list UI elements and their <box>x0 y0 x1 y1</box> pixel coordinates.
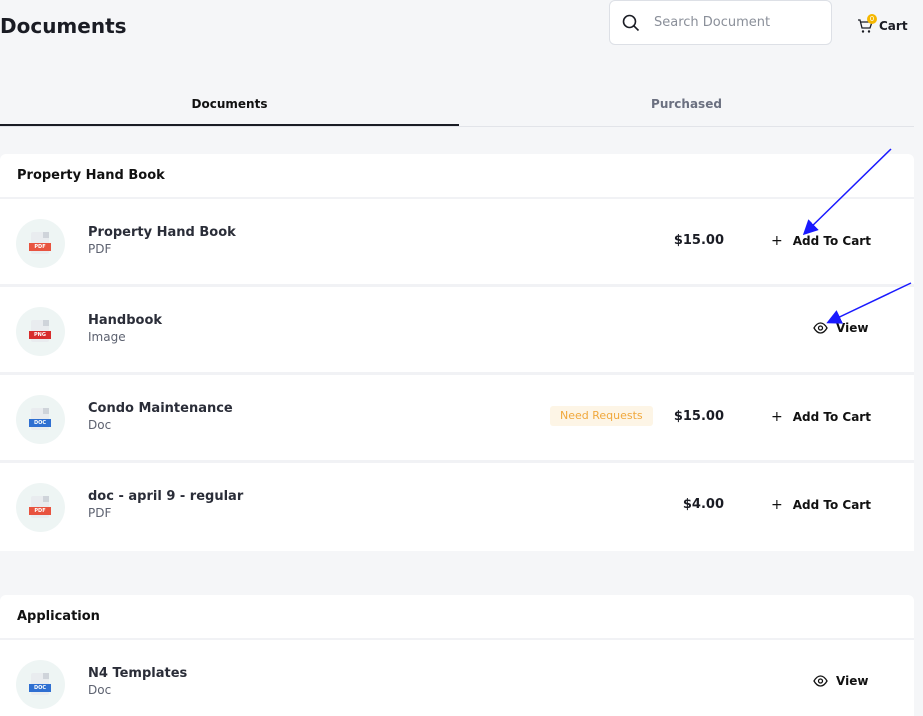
file-type-tag: PNG <box>29 331 51 339</box>
file-type-tag: DOC <box>29 684 51 692</box>
cart-label: Cart <box>879 19 908 33</box>
search-icon <box>622 14 640 36</box>
list-item: DOC N4 Templates Doc View <box>0 640 914 716</box>
plus-icon: + <box>771 497 783 513</box>
document-type: PDF <box>88 242 112 256</box>
add-to-cart-button[interactable]: + Add To Cart <box>771 409 871 425</box>
document-type: Doc <box>88 683 112 697</box>
tab-documents[interactable]: Documents <box>0 84 459 126</box>
document-title[interactable]: N4 Templates <box>88 666 187 681</box>
section-title: Property Hand Book <box>0 154 914 199</box>
add-to-cart-label: Add To Cart <box>792 410 871 424</box>
document-price: $15.00 <box>673 233 724 248</box>
list-item: PDF Property Hand Book PDF $15.00 + Add … <box>0 199 914 287</box>
add-to-cart-button[interactable]: + Add To Cart <box>771 497 871 513</box>
add-to-cart-label: Add To Cart <box>792 498 871 512</box>
search-input[interactable] <box>654 12 824 32</box>
document-title[interactable]: Handbook <box>88 313 162 328</box>
file-icon: PNG <box>16 307 65 356</box>
add-to-cart-label: Add To Cart <box>792 234 871 248</box>
file-type-tag: PDF <box>29 507 51 515</box>
file-type-tag: DOC <box>29 419 51 427</box>
plus-icon: + <box>771 233 783 249</box>
list-item: PNG Handbook Image View <box>0 287 914 375</box>
eye-icon <box>813 675 828 687</box>
header: Documents 0 Cart <box>0 0 923 64</box>
document-price: $4.00 <box>682 497 724 512</box>
file-icon: PDF <box>16 483 65 532</box>
document-type: Doc <box>88 418 112 432</box>
view-label: View <box>836 321 869 335</box>
tab-purchased[interactable]: Purchased <box>459 84 914 126</box>
view-button[interactable]: View <box>813 674 868 688</box>
add-to-cart-button[interactable]: + Add To Cart <box>771 233 871 249</box>
eye-icon <box>813 322 828 334</box>
document-title[interactable]: doc - april 9 - regular <box>88 489 243 504</box>
file-icon: DOC <box>16 660 65 709</box>
document-type: Image <box>88 330 126 344</box>
section-application: Application DOC N4 Templates Doc View <box>0 595 914 716</box>
file-icon: PDF <box>16 219 65 268</box>
document-title[interactable]: Condo Maintenance <box>88 401 233 416</box>
list-item: PDF doc - april 9 - regular PDF $4.00 + … <box>0 463 914 551</box>
file-icon: DOC <box>16 395 65 444</box>
section-property-hand-book: Property Hand Book PDF Property Hand Boo… <box>0 154 914 551</box>
cart-button[interactable]: 0 Cart <box>857 14 908 36</box>
cart-count-badge: 0 <box>867 14 877 24</box>
view-label: View <box>836 674 869 688</box>
document-type: PDF <box>88 506 112 520</box>
list-item: DOC Condo Maintenance Doc Need Requests … <box>0 375 914 463</box>
search-box[interactable] <box>609 0 832 45</box>
plus-icon: + <box>771 409 783 425</box>
file-type-tag: PDF <box>29 243 51 251</box>
section-title: Application <box>0 595 914 640</box>
document-price: $15.00 <box>673 409 724 424</box>
page-title: Documents <box>0 14 127 38</box>
need-requests-badge: Need Requests <box>550 406 653 426</box>
tabs: Documents Purchased <box>0 84 914 127</box>
cart-icon: 0 <box>857 14 877 34</box>
view-button[interactable]: View <box>813 321 868 335</box>
document-title[interactable]: Property Hand Book <box>88 225 236 240</box>
